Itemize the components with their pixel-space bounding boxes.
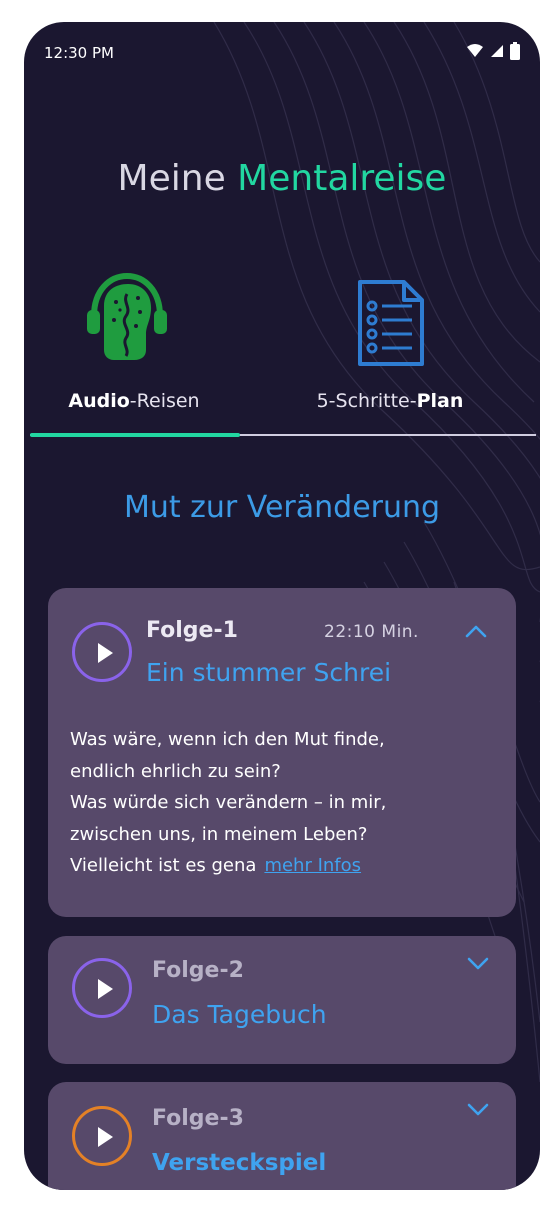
chevron-down-icon[interactable] bbox=[466, 956, 490, 970]
checklist-document-icon bbox=[358, 280, 424, 366]
episode-label: Folge-1 bbox=[146, 618, 238, 643]
title-accent: Mentalreise bbox=[237, 158, 447, 199]
episode-title[interactable]: Versteckspiel bbox=[152, 1150, 326, 1176]
description-line: Was wäre, wenn ich den Mut finde, bbox=[70, 729, 385, 750]
tab-plan-bold: Plan bbox=[416, 390, 464, 412]
episode-card-3[interactable]: Folge-3 Versteckspiel bbox=[48, 1082, 516, 1190]
battery-icon bbox=[510, 42, 520, 60]
play-icon bbox=[98, 643, 113, 663]
play-icon bbox=[98, 979, 113, 999]
tab-audio-bold: Audio bbox=[68, 390, 130, 412]
episode-title[interactable]: Ein stummer Schrei bbox=[146, 658, 391, 687]
episode-title[interactable]: Das Tagebuch bbox=[152, 1000, 327, 1029]
episode-card-2[interactable]: Folge-2 Das Tagebuch bbox=[48, 936, 516, 1064]
description-line: Vielleicht ist es gena bbox=[70, 855, 257, 876]
more-info-link[interactable]: mehr Infos bbox=[264, 855, 361, 876]
status-bar: 12:30 PM bbox=[44, 42, 520, 66]
section-title: Mut zur Veränderung bbox=[123, 490, 441, 525]
play-button[interactable] bbox=[72, 958, 132, 1018]
title-part: Meine bbox=[117, 158, 238, 199]
status-time: 12:30 PM bbox=[44, 44, 114, 62]
tab-plan-prefix: 5-Schritte- bbox=[316, 390, 417, 412]
tab-audio-rest: -Reisen bbox=[129, 390, 200, 412]
play-button[interactable] bbox=[72, 622, 132, 682]
play-button[interactable] bbox=[72, 1106, 132, 1166]
phone-screen: 12:30 PM Meine Mentalreise Audio-Reisen … bbox=[24, 22, 540, 1190]
chevron-up-icon[interactable] bbox=[464, 624, 488, 638]
page-title: Meine Mentalreise bbox=[24, 158, 540, 199]
tab-active-indicator bbox=[30, 433, 240, 437]
head-headphones-icon bbox=[87, 272, 167, 360]
signal-icon bbox=[491, 45, 503, 57]
chevron-down-icon[interactable] bbox=[466, 1102, 490, 1116]
status-icons bbox=[466, 42, 520, 60]
description-line: zwischen uns, in meinem Leben? bbox=[70, 823, 368, 845]
play-icon bbox=[98, 1127, 113, 1147]
tab-audio-label: Audio-Reisen bbox=[34, 390, 234, 412]
description-line-last: Vielleicht ist es gena mehr Infos bbox=[70, 850, 490, 882]
episode-label: Folge-2 bbox=[152, 958, 244, 983]
description-line: endlich ehrlich zu sein? bbox=[70, 760, 281, 782]
episode-label: Folge-3 bbox=[152, 1106, 244, 1131]
episode-description: Was wäre, wenn ich den Mut finde, endlic… bbox=[70, 724, 490, 882]
tab-plan-label: 5-Schritte-Plan bbox=[290, 390, 490, 412]
wifi-icon bbox=[467, 44, 483, 57]
description-line: Was würde sich verändern – in mir, bbox=[70, 792, 387, 813]
episode-card-1[interactable]: Folge-1 22:10 Min. Ein stummer Schrei Wa… bbox=[48, 588, 516, 917]
episode-duration: 22:10 Min. bbox=[324, 622, 419, 642]
